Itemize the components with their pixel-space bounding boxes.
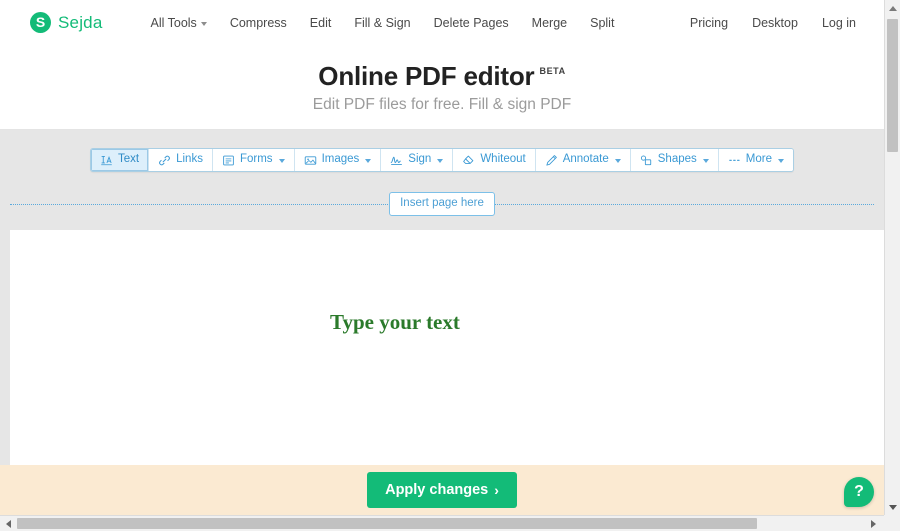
horizontal-scrollbar[interactable] [0,515,900,531]
nav-item-edit[interactable]: Edit [310,16,332,30]
editor-shell: Text Links Forms Images Sign Whiteout An… [0,130,884,515]
nav-item-delete-pages[interactable]: Delete Pages [434,16,509,30]
page-subtitle: Edit PDF files for free. Fill & sign PDF [312,96,572,114]
ellipsis-icon [728,154,741,167]
toolbar-button-links[interactable]: Links [149,149,213,171]
chevron-down-icon [614,159,621,163]
toolbar-button-annotate[interactable]: Annotate [535,149,631,171]
toolbar-button-label: Sign [408,153,432,166]
text-tool-icon [100,154,113,167]
scrollbar-corner [884,515,900,531]
nav-item-merge[interactable]: Merge [532,16,567,30]
toolbar-button-shapes[interactable]: Shapes [630,149,719,171]
nav-item-label: Edit [309,15,332,30]
nav-item-label: Fill & Sign [354,15,411,30]
scroll-down-button[interactable] [885,499,900,516]
toolbar-button-label: Images [321,153,360,166]
chevron-down-icon [200,21,207,26]
triangle-down-icon [888,505,897,510]
hero-section: Online PDF editor BETA Edit PDF files fo… [0,45,884,114]
page-title: Online PDF editor [318,61,535,91]
editor-toolbar: Text Links Forms Images Sign Whiteout An… [90,148,794,172]
toolbar-button-label: Annotate [562,153,609,166]
scroll-right-button[interactable] [865,516,882,531]
browser-content: S Sejda All Tools Compress Edit Fill & S… [0,0,900,531]
toolbar-button-label: More [745,153,772,166]
nav-item-all-tools[interactable]: All Tools [150,15,207,30]
pen-icon [545,154,558,167]
apply-changes-button[interactable]: Apply changes › [367,472,517,508]
nav-item-desktop[interactable]: Desktop [752,16,798,30]
page-insert-divider: Insert page here [0,186,884,222]
primary-nav: All Tools Compress Edit Fill & Sign Dele… [150,16,614,30]
nav-item-label: Split [590,15,615,30]
apply-changes-label: Apply changes [385,482,489,498]
beta-badge: BETA [539,66,566,76]
nav-item-label: Pricing [689,15,729,30]
nav-item-compress[interactable]: Compress [230,16,287,30]
toolbar-button-forms[interactable]: Forms [212,149,295,171]
text-object[interactable]: Type your text [330,310,460,335]
horizontal-scrollbar-thumb[interactable] [17,518,757,529]
nav-item-log-in[interactable]: Log in [822,16,856,30]
question-mark-icon: ? [854,483,864,500]
toolbar-button-label: Shapes [657,153,697,166]
chevron-right-icon: › [494,482,499,498]
insert-page-here-button[interactable]: Insert page here [389,192,495,216]
nav-item-label: Delete Pages [433,15,509,30]
page-title-row: Online PDF editor BETA [318,61,566,91]
eraser-icon [462,154,475,167]
action-bar: Apply changes › [0,465,884,515]
toolbar-button-sign[interactable]: Sign [381,149,454,171]
site-header: S Sejda All Tools Compress Edit Fill & S… [0,0,884,130]
toolbar-button-label: Links [176,153,203,166]
form-icon [222,154,235,167]
toolbar-button-whiteout[interactable]: Whiteout [453,149,536,171]
toolbar-button-images[interactable]: Images [294,149,382,171]
link-icon [158,154,171,167]
triangle-right-icon [871,519,876,528]
nav-item-label: Log in [821,15,856,30]
help-button[interactable]: ? [844,477,874,507]
chevron-down-icon [278,159,285,163]
toolbar-button-label: Text [118,153,140,166]
vertical-scrollbar-thumb[interactable] [887,19,898,152]
nav-item-label: Merge [531,15,568,30]
nav-item-label: All Tools [150,15,197,30]
nav-item-split[interactable]: Split [590,16,614,30]
chevron-down-icon [437,159,444,163]
scroll-left-button[interactable] [0,516,17,531]
toolbar-button-label: Whiteout [480,153,526,166]
pdf-page[interactable]: Type your text [10,230,884,465]
page-viewport: S Sejda All Tools Compress Edit Fill & S… [0,0,884,515]
chevron-down-icon [702,159,709,163]
signature-icon [390,154,403,167]
nav-item-fill-and-sign[interactable]: Fill & Sign [354,16,410,30]
triangle-up-icon [888,6,897,11]
nav-item-pricing[interactable]: Pricing [690,16,728,30]
secondary-nav: Pricing Desktop Log in [690,16,884,30]
scroll-up-button[interactable] [885,0,900,17]
nav-item-label: Desktop [752,15,798,30]
image-icon [304,154,317,167]
nav-item-label: Compress [229,15,287,30]
brand-name: Sejda [58,12,103,32]
chevron-down-icon [365,159,372,163]
shapes-icon [640,154,653,167]
sejda-logo-icon: S [30,12,51,33]
chevron-down-icon [777,159,784,163]
toolbar-button-more[interactable]: More [718,149,793,171]
top-navigation: S Sejda All Tools Compress Edit Fill & S… [0,0,884,45]
vertical-scrollbar[interactable] [884,0,900,516]
toolbar-container: Text Links Forms Images Sign Whiteout An… [0,130,884,172]
brand-logo[interactable]: S Sejda [30,12,102,33]
toolbar-button-text[interactable]: Text [91,149,150,171]
toolbar-button-label: Forms [239,153,273,166]
triangle-left-icon [6,519,11,528]
